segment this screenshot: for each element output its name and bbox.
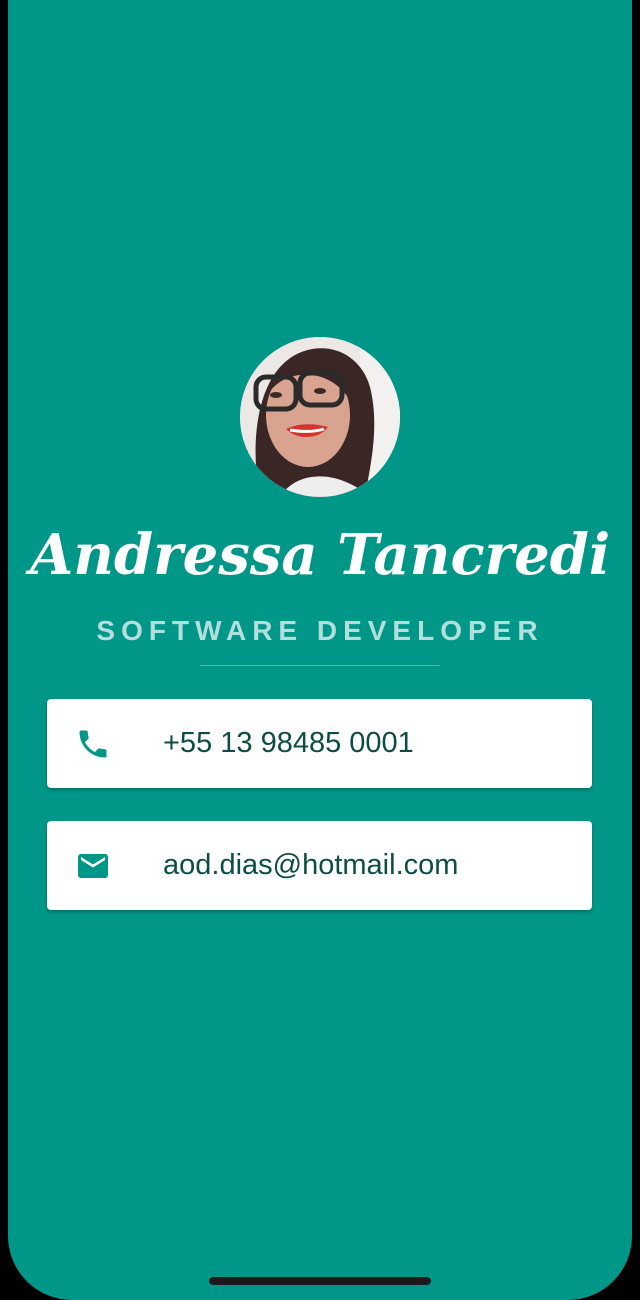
mail-icon [75,848,111,884]
phone-card[interactable]: +55 13 98485 0001 [47,699,592,788]
home-indicator[interactable] [209,1277,431,1285]
phone-icon [75,726,111,762]
app-screen: Andressa Tancredi SOFTWARE DEVELOPER +55… [8,0,632,1300]
profile-name: Andressa Tancredi [29,522,611,588]
phone-number: +55 13 98485 0001 [163,727,414,759]
profile-title: SOFTWARE DEVELOPER [96,615,544,646]
email-card[interactable]: aod.dias@hotmail.com [47,821,592,910]
email-address: aod.dias@hotmail.com [163,849,459,881]
divider [200,665,440,666]
device-frame: Andressa Tancredi SOFTWARE DEVELOPER +55… [0,0,640,1300]
avatar-photo [240,337,400,497]
profile-avatar [240,337,400,497]
